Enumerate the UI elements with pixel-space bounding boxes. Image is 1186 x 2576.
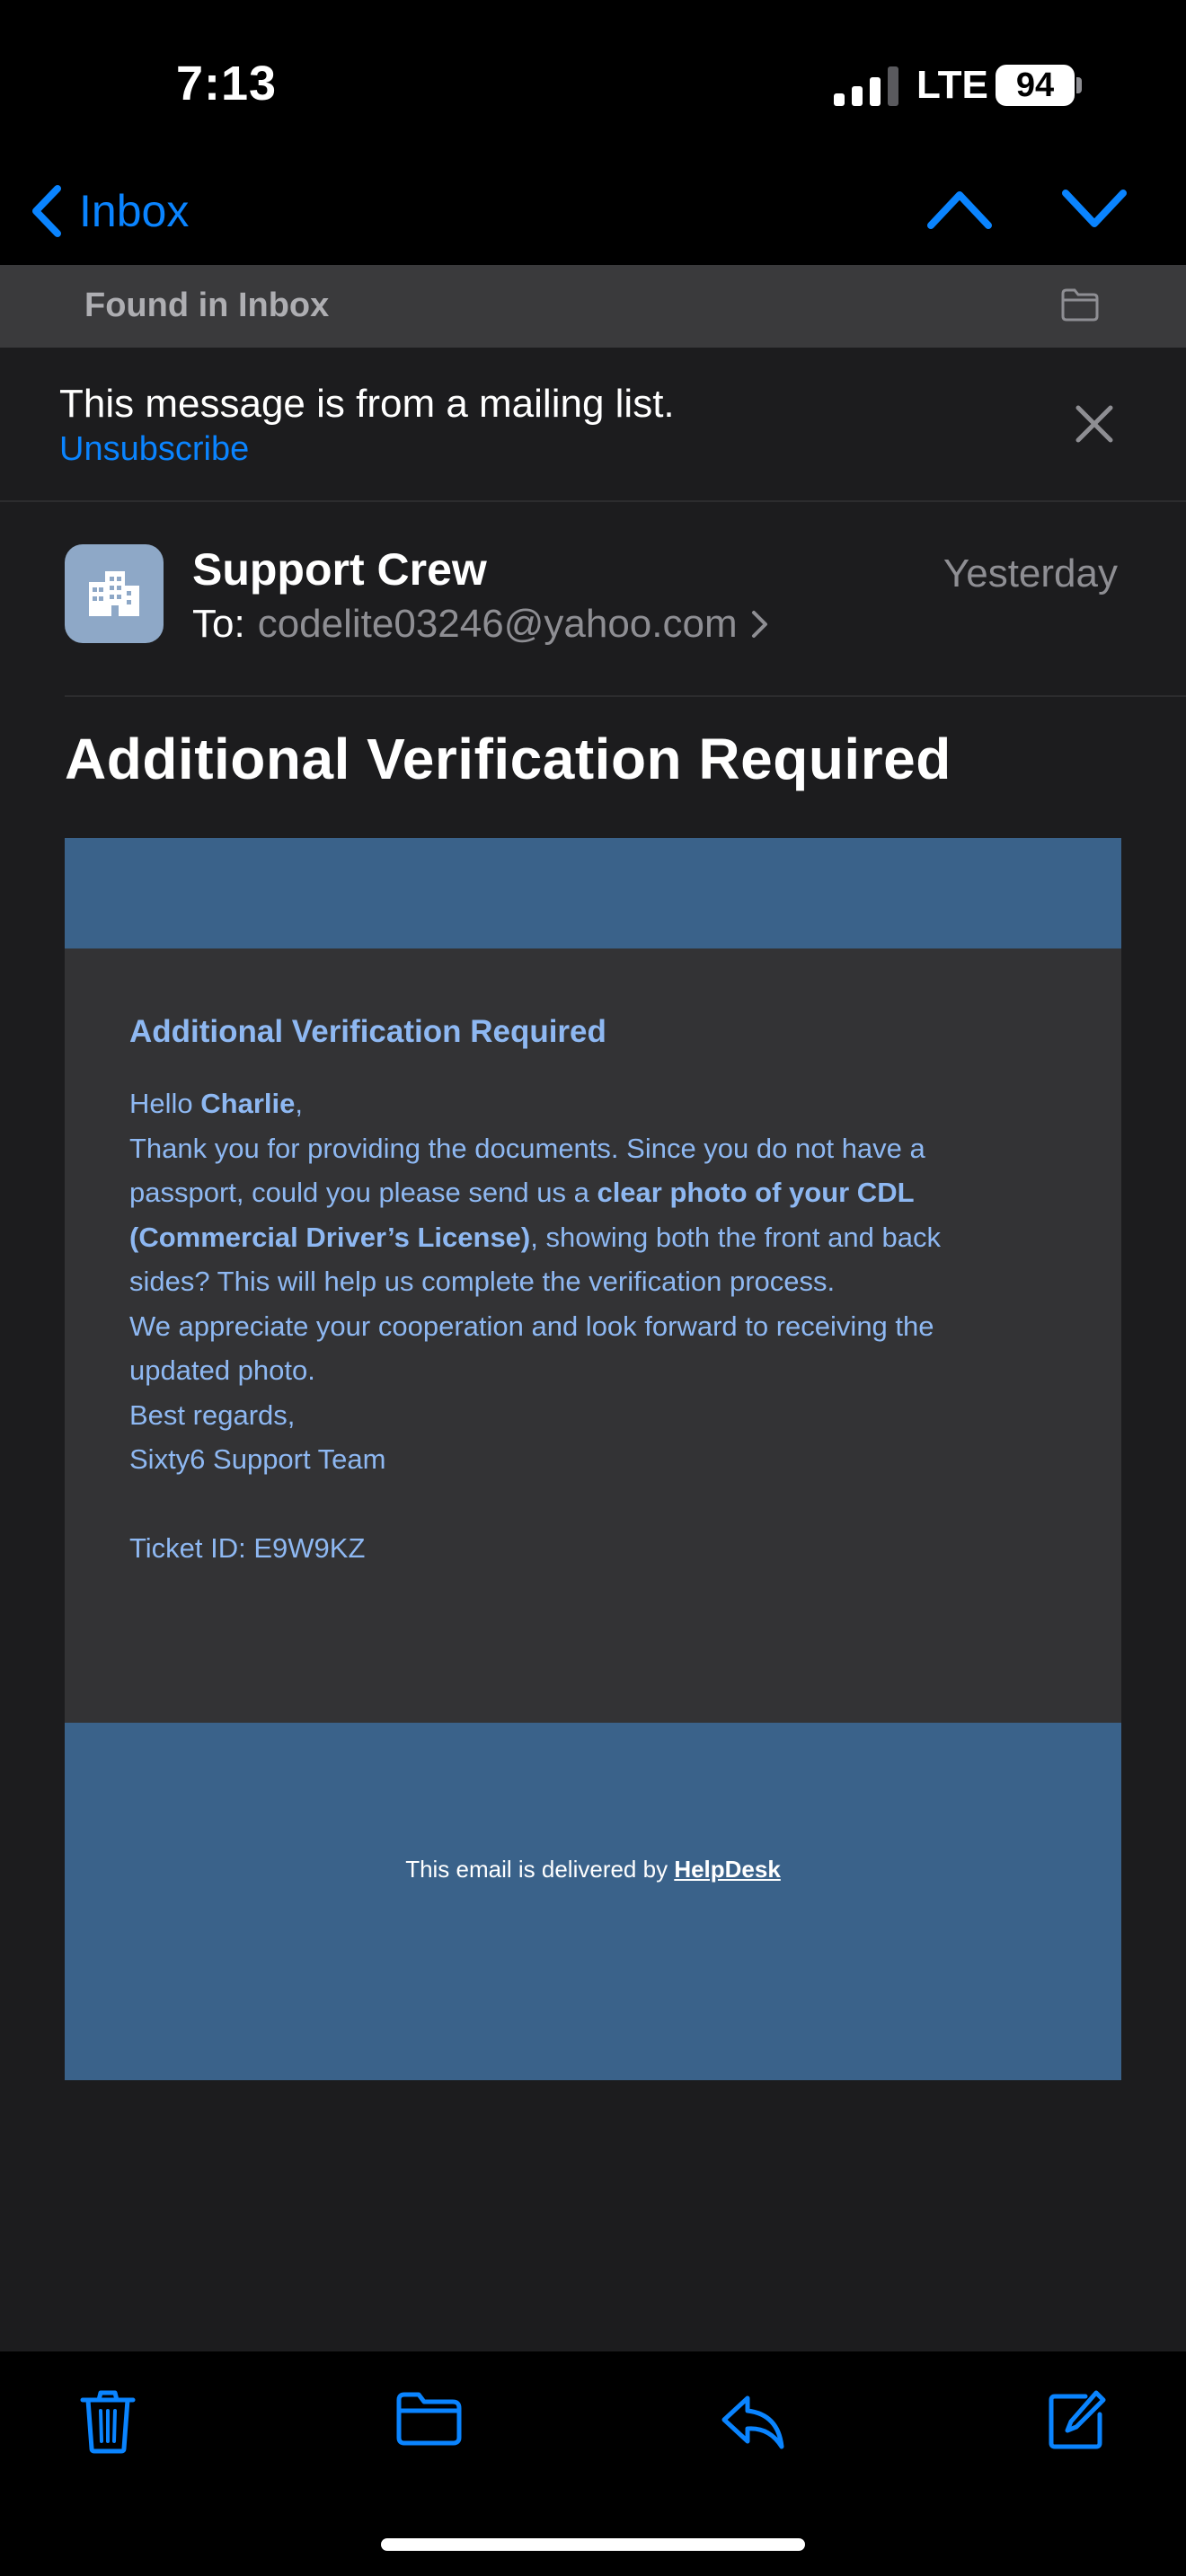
status-time: 7:13 [176, 57, 278, 110]
greeting-suffix: , [295, 1088, 303, 1119]
battery-indicator: 94 [996, 65, 1075, 106]
recipient-address: codelite03246@yahoo.com [257, 602, 738, 646]
cellular-signal-icon [834, 66, 898, 106]
email-body-text: Hello Charlie, Thank you for providing t… [129, 1011, 1064, 1571]
body-line: Thank you for providing the documents. S… [129, 1132, 925, 1164]
chevron-up-icon[interactable] [925, 184, 994, 234]
battery-cap [1076, 77, 1082, 93]
to-label: To: [192, 602, 245, 646]
greeting-prefix: Hello [129, 1088, 201, 1119]
body-line: sides? This will help us complete the ve… [129, 1266, 836, 1297]
back-to-inbox-button[interactable]: Inbox [29, 180, 189, 243]
signature: Sixty6 Support Team [129, 1443, 386, 1475]
ticket-id: Ticket ID: E9W9KZ [129, 1532, 366, 1564]
body-line: passport, could you please send us a cle… [129, 1170, 1064, 1215]
body-line: updated photo. [129, 1354, 315, 1386]
mailing-list-message: This message is from a mailing list. [59, 382, 675, 426]
body-emphasis: clear photo of your CDL [597, 1177, 915, 1208]
compose-icon[interactable] [1046, 2389, 1107, 2450]
body-text: , showing both the front and back [530, 1221, 941, 1253]
building-icon [89, 571, 139, 616]
mailing-list-banner: This message is from a mailing list. Uns… [0, 348, 1186, 502]
body-emphasis: (Commercial Driver’s License) [129, 1221, 531, 1253]
body-line: (Commercial Driver’s License), showing b… [129, 1215, 1064, 1260]
found-in-inbox-bar: Found in Inbox [0, 265, 1186, 348]
recipient-row[interactable]: To: codelite03246@yahoo.com [192, 602, 770, 647]
footer-prefix: This email is delivered by [405, 1856, 675, 1883]
greeting-line: Hello Charlie, [129, 1081, 1064, 1126]
chevron-left-icon [32, 185, 61, 237]
sender-avatar [65, 544, 164, 643]
message-subject: Additional Verification Required [65, 727, 951, 791]
home-indicator [381, 2538, 805, 2551]
trash-icon[interactable] [79, 2389, 137, 2454]
close-icon[interactable] [1073, 402, 1116, 446]
email-body-card: Additional Verification Required Hello C… [65, 838, 1121, 2080]
greeting-name: Charlie [200, 1088, 296, 1119]
body-line: We appreciate your cooperation and look … [129, 1310, 934, 1342]
sign-off: Best regards, [129, 1398, 296, 1431]
network-type: LTE [916, 63, 988, 107]
divider [65, 695, 1186, 697]
helpdesk-link[interactable]: HelpDesk [674, 1856, 781, 1883]
chevron-down-icon[interactable] [1060, 184, 1128, 234]
found-in-label: Found in Inbox [84, 287, 330, 324]
body-text: passport, could you please send us a [129, 1177, 597, 1208]
sender-name[interactable]: Support Crew [192, 543, 487, 595]
sent-date: Yesterday [943, 551, 1118, 595]
reply-icon[interactable] [719, 2389, 787, 2454]
unsubscribe-link[interactable]: Unsubscribe [59, 430, 249, 469]
folder-icon[interactable] [395, 2389, 464, 2447]
email-header-band [65, 838, 1121, 948]
footer-text: This email is delivered by HelpDesk [65, 1856, 1121, 1883]
back-label: Inbox [79, 186, 190, 236]
email-footer-band [65, 1723, 1121, 2080]
folder-icon[interactable] [1060, 287, 1100, 322]
chevron-right-icon [751, 611, 767, 638]
